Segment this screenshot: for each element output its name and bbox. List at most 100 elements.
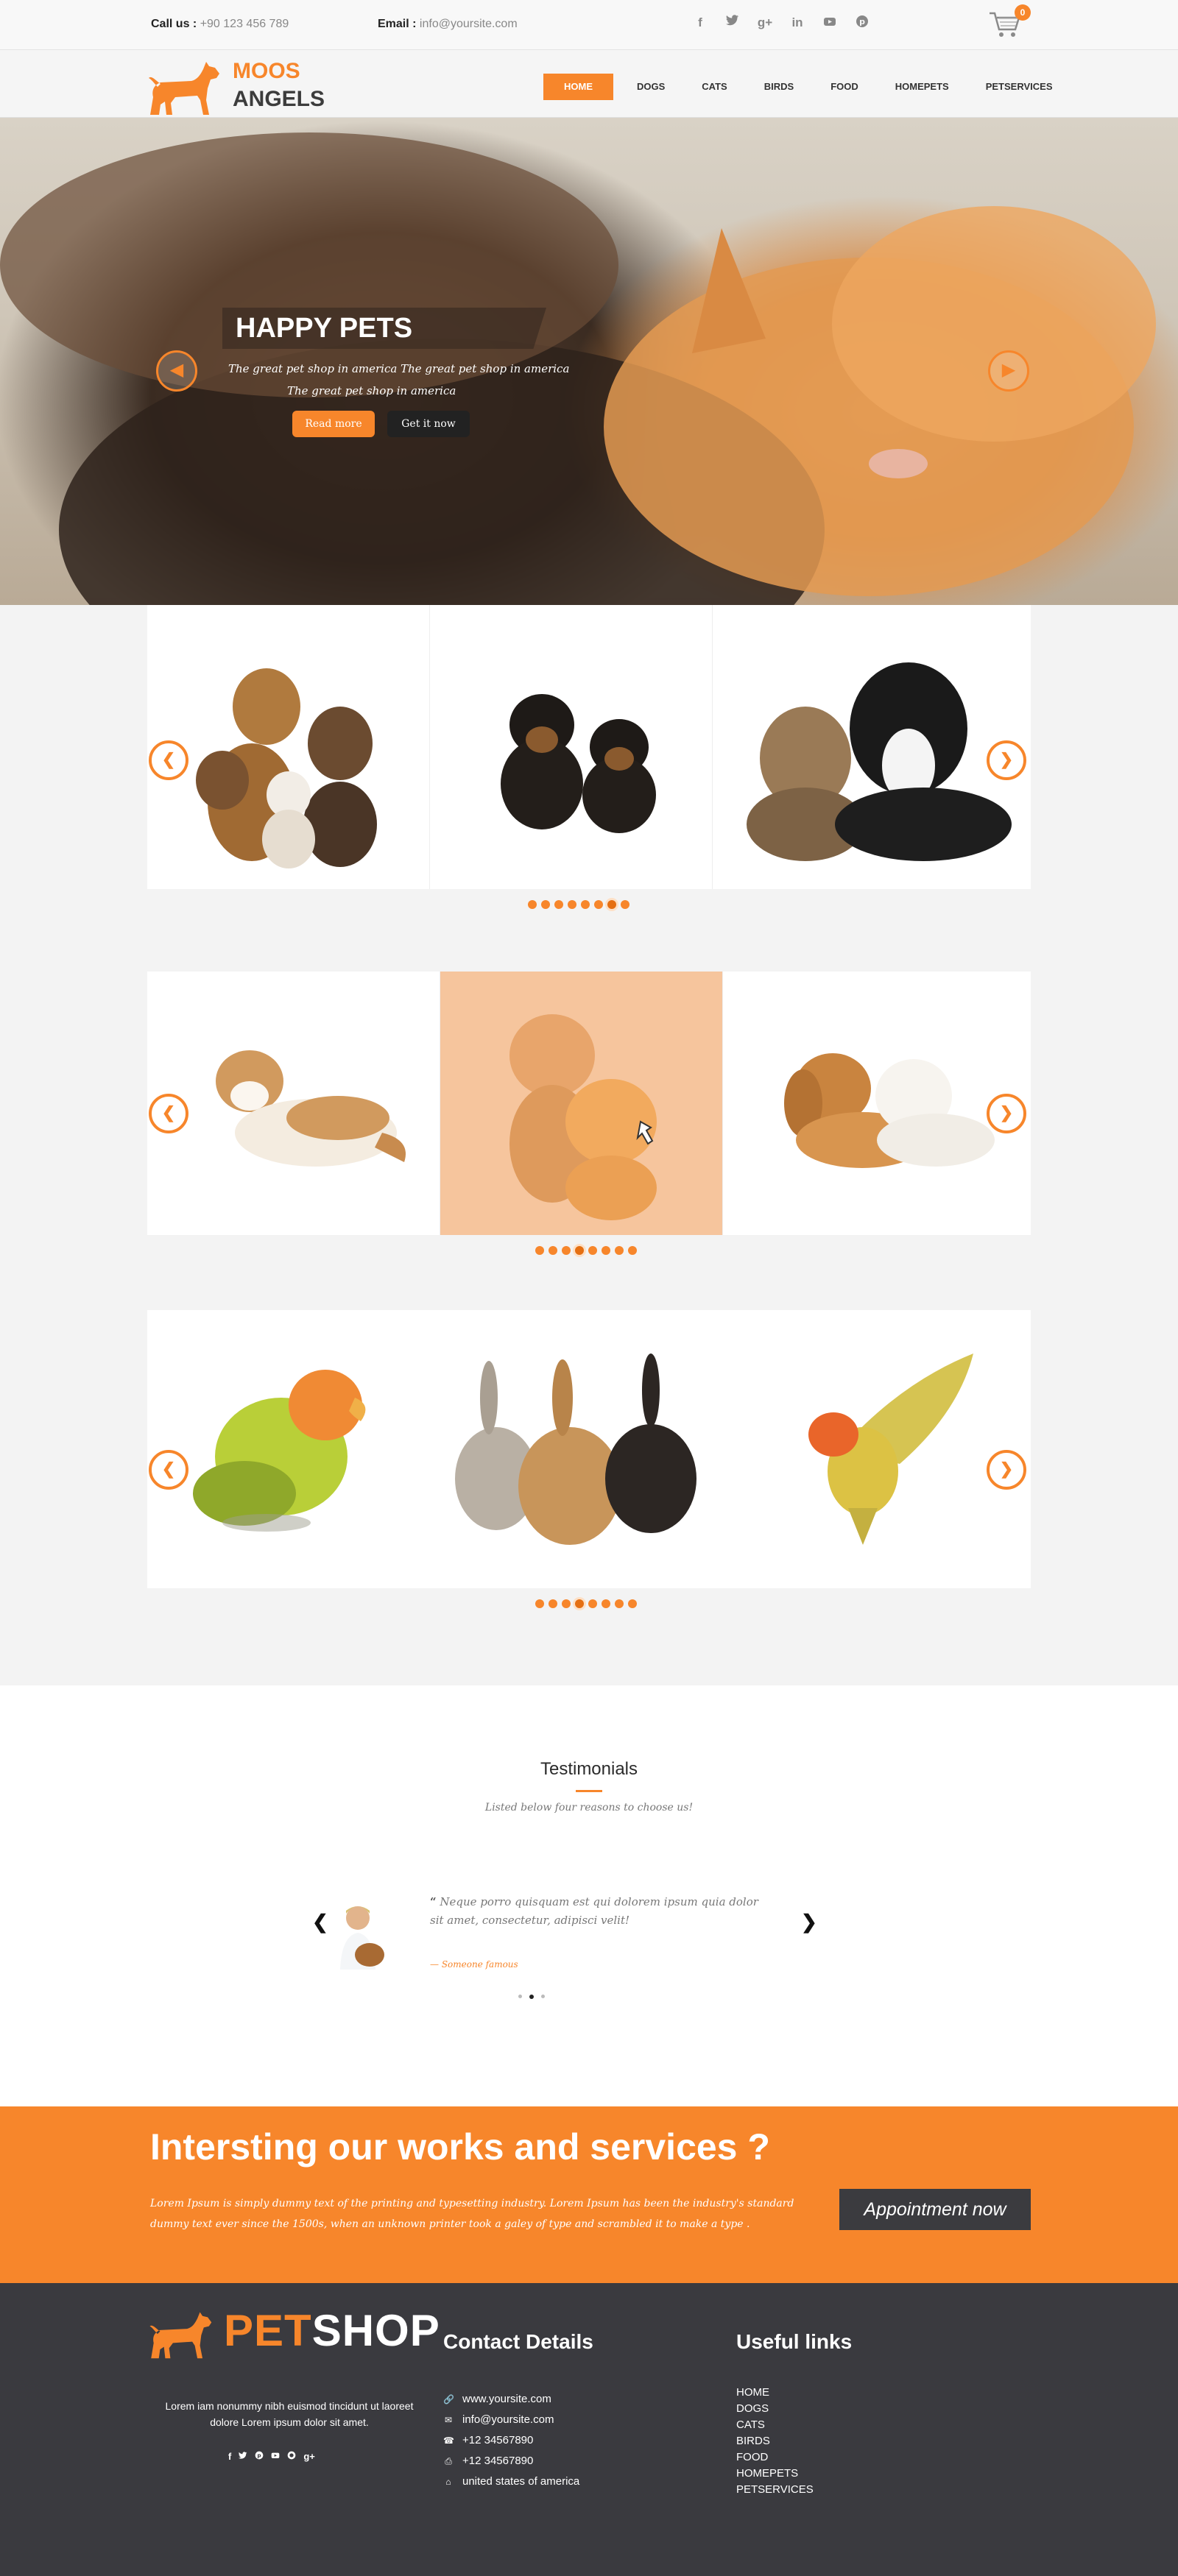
carousel-item-puppy-and-kitten[interactable] [723,972,1031,1235]
carousel-dot[interactable] [554,900,563,909]
carousel-item-rottweiler-puppies[interactable] [430,605,713,889]
footer-link-home[interactable]: HOME [736,2385,814,2401]
google-plus-icon[interactable]: g+ [757,15,773,31]
carousel-dot[interactable] [602,1246,610,1255]
footer-link-cats[interactable]: CATS [736,2417,814,2433]
email-address[interactable]: info@yoursite.com [420,18,518,30]
testimonial-dot[interactable] [518,1995,522,1998]
cats-carousel-dots [535,1246,637,1255]
dogs-prev-arrow[interactable]: ❮ [149,740,188,780]
dog-logo-icon[interactable] [147,2305,218,2364]
carousel-dot[interactable] [535,1599,544,1608]
contact-email[interactable]: ✉ info@yoursite.com [443,2410,579,2430]
footer-link-petservices[interactable]: PETSERVICES [736,2482,814,2498]
carousel-dot[interactable] [602,1599,610,1608]
footer-link-birds[interactable]: BIRDS [736,2433,814,2449]
carousel-dot[interactable] [541,900,550,909]
pinterest-icon[interactable]: p [255,2451,264,2462]
carousel-item-dog-group[interactable] [147,605,430,889]
contact-phone[interactable]: ☎ +12 34567890 [443,2430,579,2451]
brand-line-2[interactable]: ANGELS [233,87,325,112]
twitter-icon[interactable] [724,15,741,31]
main-nav: HOME DOGS CATS BIRDS FOOD HOMEPETS PETSE… [543,74,1076,100]
carousel-item-two-kittens[interactable] [440,972,723,1235]
carousel-dot[interactable] [568,900,576,909]
carousel-dot[interactable] [628,1246,637,1255]
footer: PETSHOP Lorem iam nonummy nibh euismod t… [0,2283,1178,2576]
carousel-item-lovebird[interactable] [147,1310,430,1588]
carousel-item-flying-lovebird[interactable] [724,1310,1031,1588]
carousel-dot[interactable] [594,900,603,909]
nav-home[interactable]: HOME [543,74,613,100]
footer-link-food[interactable]: FOOD [736,2449,814,2466]
carousel-item-cat-and-collie[interactable] [713,605,1031,889]
carousel-dot-active[interactable] [575,1246,584,1255]
carousel-dot[interactable] [549,1246,557,1255]
hero-slider: ◀ ▶ HAPPY PETS The great pet shop in ame… [0,118,1178,605]
contact-address: ⌂ united states of america [443,2471,579,2492]
birds-prev-arrow[interactable]: ❮ [149,1450,188,1490]
facebook-icon[interactable]: f [692,15,708,31]
carousel-dot[interactable] [549,1599,557,1608]
footer-link-dogs[interactable]: DOGS [736,2401,814,2417]
carousel-dot[interactable] [528,900,537,909]
hero-prev-arrow[interactable]: ◀ [156,350,197,392]
contact-fax[interactable]: ⎙ +12 34567890 [443,2451,579,2471]
testimonial-dot[interactable] [541,1995,545,1998]
carousel-dot[interactable] [628,1599,637,1608]
call-number[interactable]: +90 123 456 789 [200,18,289,30]
nav-cats[interactable]: CATS [688,74,740,100]
footer-brand[interactable]: PETSHOP [224,2305,440,2356]
carousel-dot[interactable] [588,1599,597,1608]
youtube-icon[interactable] [822,15,838,31]
carousel-dot[interactable] [535,1246,544,1255]
read-more-button[interactable]: Read more [292,411,375,437]
get-it-now-button[interactable]: Get it now [387,411,470,437]
carousel-item-rabbits[interactable] [430,1310,724,1588]
carousel-item-fluffy-cat[interactable] [147,972,440,1235]
cats-next-arrow[interactable]: ❯ [987,1094,1026,1133]
nav-homepets[interactable]: HOMEPETS [882,74,962,100]
footer-brand-pet: PET [224,2306,312,2355]
contact-website[interactable]: 🔗 www.yoursite.com [443,2389,579,2410]
carousel-dot[interactable] [621,900,629,909]
birds-carousel: ❮ ❯ [147,1310,1031,1588]
carousel-dot[interactable] [562,1246,571,1255]
brand-line-1[interactable]: MOOS [233,59,300,84]
contact-details-title: Contact Details [443,2330,593,2353]
testimonial-dot-active[interactable] [529,1995,534,1999]
youtube-icon[interactable] [271,2451,280,2462]
carousel-dot-active[interactable] [575,1599,584,1608]
svg-text:p: p [859,17,865,26]
nav-petservices[interactable]: PETSERVICES [973,74,1066,100]
pinterest-icon[interactable]: p [854,15,870,31]
contact-list: 🔗 www.yoursite.com ✉ info@yoursite.com ☎ +1… [443,2389,579,2492]
carousel-dot[interactable] [581,900,590,909]
birds-next-arrow[interactable]: ❯ [987,1450,1026,1490]
carousel-dot-active[interactable] [607,900,616,909]
link-icon: 🔗 [443,2394,454,2405]
nav-birds[interactable]: BIRDS [751,74,807,100]
dogs-carousel: ❮ ❯ [147,605,1031,889]
github-icon[interactable] [287,2451,296,2462]
carousel-dot[interactable] [615,1599,624,1608]
dog-logo-icon[interactable] [146,59,227,116]
carousel-dot[interactable] [615,1246,624,1255]
linkedin-icon[interactable]: in [789,15,805,31]
twitter-icon[interactable] [239,2451,247,2462]
testimonial-next-arrow[interactable]: ❯ [801,1911,817,1933]
google-plus-icon[interactable]: g+ [303,2451,315,2462]
carousel-dot[interactable] [562,1599,571,1608]
nav-dogs[interactable]: DOGS [624,74,678,100]
nav-food[interactable]: FOOD [817,74,872,100]
puppy-and-kitten-image [784,1053,995,1168]
hero-next-arrow[interactable]: ▶ [988,350,1029,392]
footer-link-homepets[interactable]: HOMEPETS [736,2466,814,2482]
appointment-button[interactable]: Appointment now [839,2189,1031,2230]
two-kittens-image [509,1014,657,1220]
cats-prev-arrow[interactable]: ❮ [149,1094,188,1133]
testimonial-prev-arrow[interactable]: ❮ [312,1911,328,1933]
facebook-icon[interactable]: f [228,2451,231,2462]
dogs-next-arrow[interactable]: ❯ [987,740,1026,780]
carousel-dot[interactable] [588,1246,597,1255]
